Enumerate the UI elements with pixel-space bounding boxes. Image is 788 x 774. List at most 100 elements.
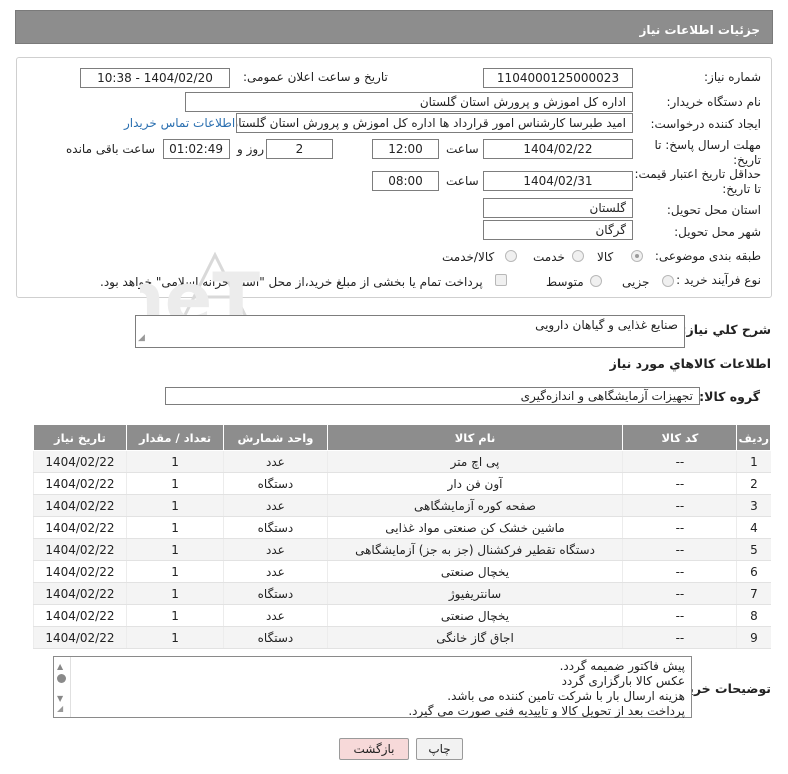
category-both-label: کالا/خدمت <box>442 250 495 264</box>
table-row: 5 -- دستگاه تقطیر فرکشنال (جز به جز) آزم… <box>33 538 771 561</box>
cell-unit: عدد <box>223 538 328 561</box>
notes-line: پرداخت بعد از تحویل کالا و تاییدیه فنی ص… <box>408 704 685 718</box>
cell-date: 1404/02/22 <box>33 604 127 627</box>
contact-buyer-link[interactable]: اطلاعات تماس خریدار <box>124 116 235 130</box>
col-header-date: تاریخ نیاز <box>33 424 127 451</box>
deadline-label-line1: مهلت ارسال پاسخ: تا <box>654 138 761 152</box>
cell-qty: 1 <box>125 472 224 495</box>
cell-unit: دستگاه <box>223 516 328 539</box>
table-row: 6 -- یخچال صنعتی عدد 1 1404/02/22 <box>33 560 771 583</box>
scroll-thumb-icon[interactable] <box>57 674 66 683</box>
cell-name: یخچال صنعتی <box>326 604 623 627</box>
province-label: استان محل تحویل: <box>666 203 761 217</box>
validity-time-label: ساعت <box>446 174 479 188</box>
notes-line: هزینه ارسال بار با شرکت تامین کننده می ب… <box>447 689 685 703</box>
cell-date: 1404/02/22 <box>33 516 127 539</box>
col-header-name: نام کالا <box>326 424 624 451</box>
process-medium-radio[interactable] <box>590 275 602 287</box>
process-label: نوع فرآیند خرید : <box>676 273 761 287</box>
cell-unit: عدد <box>223 494 328 517</box>
resize-grip-icon: ◢ <box>138 333 145 343</box>
cell-name: اجاق گاز خانگی <box>326 626 623 649</box>
validity-time-field: 08:00 <box>372 171 439 191</box>
process-minor-radio[interactable] <box>662 275 674 287</box>
table-row: 8 -- یخچال صنعتی عدد 1 1404/02/22 <box>33 604 771 627</box>
summary-field: صنایع غذایی و گیاهان دارویی ◢ <box>135 315 685 348</box>
province-field: گلستان <box>483 198 633 218</box>
cell-code: -- <box>622 494 737 517</box>
cell-qty: 1 <box>125 450 224 473</box>
back-button[interactable]: بازگشت <box>339 738 409 760</box>
announce-label: تاریخ و ساعت اعلان عمومی: <box>243 70 388 84</box>
cell-date: 1404/02/22 <box>33 538 127 561</box>
cell-date: 1404/02/22 <box>33 582 127 605</box>
goods-table: ردیف کد کالا نام کالا واحد شمارش تعداد /… <box>33 424 771 649</box>
remaining-label: ساعت باقی مانده <box>66 142 156 156</box>
need-number-field: 1104000125000023 <box>483 68 633 88</box>
cell-row-number: 2 <box>736 472 771 495</box>
col-header-unit: واحد شمارش <box>223 424 328 451</box>
validity-label-line1: حداقل تاریخ اعتبار قیمت: <box>634 167 761 181</box>
table-row: 3 -- صفحه کوره آزمایشگاهی عدد 1 1404/02/… <box>33 494 771 517</box>
scroll-up-icon[interactable]: ▲ <box>57 659 63 674</box>
table-row: 4 -- ماشین خشک کن صنعتی مواد غذایی دستگا… <box>33 516 771 539</box>
cell-name: یخچال صنعتی <box>326 560 623 583</box>
announce-field: 1404/02/20 - 10:38 <box>80 68 230 88</box>
cell-date: 1404/02/22 <box>33 626 127 649</box>
cell-qty: 1 <box>125 604 224 627</box>
table-row: 1 -- پی اچ متر عدد 1 1404/02/22 <box>33 450 771 473</box>
cell-code: -- <box>622 560 737 583</box>
deadline-time-label: ساعت <box>446 142 479 156</box>
cell-row-number: 8 <box>736 604 771 627</box>
category-goods-label: کالا <box>597 250 614 264</box>
summary-text: صنایع غذایی و گیاهان دارویی <box>535 318 678 332</box>
remaining-time-field: 01:02:49 <box>163 139 230 159</box>
process-medium-label: متوسط <box>546 275 584 289</box>
days-label: روز و <box>237 142 264 156</box>
payment-note: پرداخت تمام یا بخشی از مبلغ خرید،از محل … <box>100 275 483 289</box>
category-label: طبقه بندی موضوعی: <box>654 249 761 263</box>
cell-row-number: 9 <box>736 626 771 649</box>
notes-scrollbar[interactable]: ▲ ▼ ◢ <box>54 657 71 717</box>
cell-name: آون فن دار <box>326 472 623 495</box>
cell-code: -- <box>622 582 737 605</box>
cell-name: پی اچ متر <box>326 450 623 473</box>
cell-unit: عدد <box>223 560 328 583</box>
cell-qty: 1 <box>125 516 224 539</box>
table-row: 7 -- سانتریفیوژ دستگاه 1 1404/02/22 <box>33 582 771 605</box>
category-both-radio[interactable] <box>505 250 517 262</box>
cell-row-number: 1 <box>736 450 771 473</box>
cell-code: -- <box>622 472 737 495</box>
cell-code: -- <box>622 450 737 473</box>
cell-unit: دستگاه <box>223 472 328 495</box>
days-field: 2 <box>266 139 333 159</box>
deadline-label-line2: تاریخ: <box>733 153 761 167</box>
category-goods-radio[interactable] <box>631 250 643 262</box>
city-field: گرگان <box>483 220 633 240</box>
cell-unit: عدد <box>223 450 328 473</box>
validity-label-line2: تا تاریخ: <box>722 182 761 196</box>
page-title: جزئیات اطلاعات نیاز <box>639 23 760 37</box>
cell-qty: 1 <box>125 626 224 649</box>
cell-date: 1404/02/22 <box>33 560 127 583</box>
cell-code: -- <box>622 538 737 561</box>
notes-line: پیش فاکتور ضمیمه گردد. <box>559 659 685 673</box>
notes-line: عکس کالا بارگزاری گردد <box>561 674 685 688</box>
need-number-label: شماره نیاز: <box>704 70 761 84</box>
creator-field: امید طبرسا کارشناس امور قرارداد ها اداره… <box>236 113 633 133</box>
cell-unit: عدد <box>223 604 328 627</box>
payment-checkbox[interactable] <box>495 274 507 286</box>
cell-row-number: 7 <box>736 582 771 605</box>
cell-unit: دستگاه <box>223 626 328 649</box>
goods-section-title: اطلاعات کالاهاي مورد نياز <box>609 356 771 371</box>
city-label: شهر محل تحویل: <box>674 225 761 239</box>
category-service-radio[interactable] <box>572 250 584 262</box>
cell-qty: 1 <box>125 538 224 561</box>
cell-name: دستگاه تقطیر فرکشنال (جز به جز) آزمایشگا… <box>326 538 623 561</box>
notes-textarea[interactable]: پیش فاکتور ضمیمه گردد. عکس کالا بارگزاری… <box>53 656 692 718</box>
print-button[interactable]: چاپ <box>416 738 463 760</box>
resize-grip-icon: ◢ <box>57 704 64 713</box>
cell-qty: 1 <box>125 560 224 583</box>
buyer-org-field: اداره کل اموزش و پرورش استان گلستان <box>185 92 633 112</box>
goods-group-field: تجهیزات آزمایشگاهی و اندازه‌گیری <box>165 387 700 405</box>
